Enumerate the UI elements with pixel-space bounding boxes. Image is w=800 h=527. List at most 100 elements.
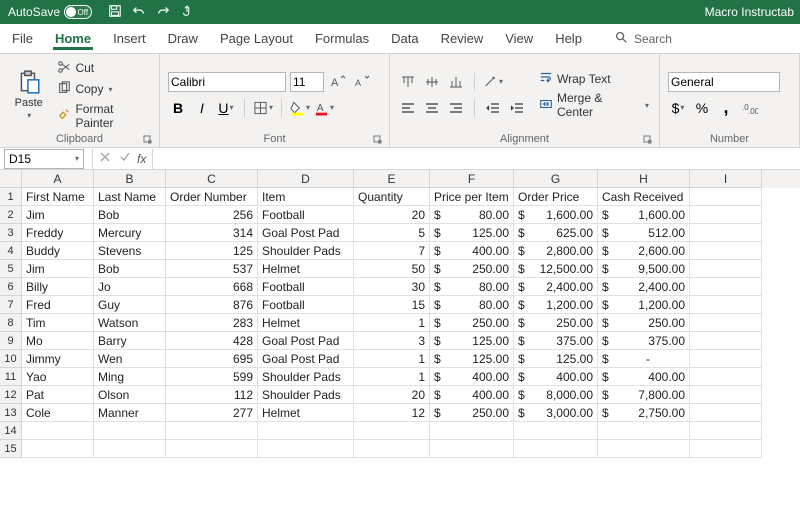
- column-header[interactable]: H: [598, 170, 690, 188]
- cancel-icon[interactable]: [99, 151, 111, 166]
- align-right-icon[interactable]: [446, 98, 466, 118]
- column-header[interactable]: A: [22, 170, 94, 188]
- bold-button[interactable]: B: [168, 98, 188, 118]
- table-row: 14: [0, 422, 800, 440]
- increase-font-icon[interactable]: A: [328, 72, 348, 92]
- tell-me-search[interactable]: Search: [614, 30, 672, 47]
- row-header[interactable]: 8: [0, 314, 22, 332]
- row-header[interactable]: 15: [0, 440, 22, 458]
- align-left-icon[interactable]: [398, 98, 418, 118]
- cut-button[interactable]: Cut: [55, 59, 151, 78]
- select-all-corner[interactable]: [0, 170, 22, 188]
- wrap-text-button[interactable]: Wrap Text: [537, 69, 651, 88]
- table-row: 5JimBob537Helmet50$250.00$12,500.00$9,50…: [0, 260, 800, 278]
- copy-button[interactable]: Copy▾: [55, 80, 151, 99]
- row-header[interactable]: 9: [0, 332, 22, 350]
- row-header[interactable]: 12: [0, 386, 22, 404]
- align-top-icon[interactable]: [398, 72, 418, 92]
- tab-home[interactable]: Home: [53, 27, 93, 50]
- row-header[interactable]: 10: [0, 350, 22, 368]
- row-header[interactable]: 3: [0, 224, 22, 242]
- column-header[interactable]: D: [258, 170, 354, 188]
- dialog-launcher-icon[interactable]: [373, 135, 383, 145]
- column-header[interactable]: F: [430, 170, 514, 188]
- font-size-combo[interactable]: [290, 72, 324, 92]
- table-row: 7FredGuy876Football15$80.00$1,200.00$1,2…: [0, 296, 800, 314]
- table-row: 4BuddyStevens125Shoulder Pads7$400.00$2,…: [0, 242, 800, 260]
- row-header[interactable]: 11: [0, 368, 22, 386]
- accounting-format-icon[interactable]: $▾: [668, 98, 688, 118]
- dialog-launcher-icon[interactable]: [143, 135, 153, 145]
- toggle-switch[interactable]: Off: [64, 5, 92, 19]
- fill-color-button[interactable]: ▾: [290, 98, 310, 118]
- quick-access-toolbar: [100, 4, 194, 21]
- search-icon: [614, 30, 628, 47]
- table-row: 9MoBarry428Goal Post Pad3$125.00$375.00$…: [0, 332, 800, 350]
- align-middle-icon[interactable]: [422, 72, 442, 92]
- underline-button[interactable]: U▾: [216, 98, 236, 118]
- titlebar: AutoSave Off Macro Instructab: [0, 0, 800, 24]
- table-row: 3FreddyMercury314Goal Post Pad5$125.00$6…: [0, 224, 800, 242]
- column-header[interactable]: G: [514, 170, 598, 188]
- format-painter-button[interactable]: Format Painter: [55, 101, 151, 131]
- name-box[interactable]: D15 ▾: [4, 149, 84, 169]
- merge-center-button[interactable]: Merge & Center▾: [537, 90, 651, 120]
- autosave-toggle[interactable]: AutoSave Off: [0, 5, 100, 19]
- autosave-label: AutoSave: [8, 5, 60, 19]
- column-header[interactable]: B: [94, 170, 166, 188]
- comma-format-icon[interactable]: ,: [716, 98, 736, 118]
- dialog-launcher-icon[interactable]: [643, 135, 653, 145]
- enter-icon[interactable]: [119, 151, 131, 166]
- column-header[interactable]: C: [166, 170, 258, 188]
- row-header[interactable]: 2: [0, 206, 22, 224]
- chevron-down-icon: ▾: [27, 111, 31, 120]
- spreadsheet-grid[interactable]: ABCDEFGHI 1First NameLast NameOrder Numb…: [0, 170, 800, 458]
- font-color-button[interactable]: A▾: [314, 98, 334, 118]
- number-format-combo[interactable]: [668, 72, 780, 92]
- save-icon[interactable]: [108, 4, 122, 21]
- percent-format-icon[interactable]: %: [692, 98, 712, 118]
- row-header[interactable]: 5: [0, 260, 22, 278]
- tab-draw[interactable]: Draw: [166, 27, 200, 50]
- row-header[interactable]: 4: [0, 242, 22, 260]
- merge-center-icon: [539, 97, 553, 114]
- row-header[interactable]: 1: [0, 188, 22, 206]
- tab-help[interactable]: Help: [553, 27, 584, 50]
- group-alignment: ▾ Wrap Text Merge & Cent: [390, 54, 660, 147]
- tab-review[interactable]: Review: [439, 27, 486, 50]
- paste-button[interactable]: Paste ▾: [8, 58, 49, 131]
- touch-mode-icon[interactable]: [180, 4, 194, 21]
- increase-indent-icon[interactable]: [507, 98, 527, 118]
- row-header[interactable]: 6: [0, 278, 22, 296]
- font-name-combo[interactable]: [168, 72, 286, 92]
- tab-page-layout[interactable]: Page Layout: [218, 27, 295, 50]
- increase-decimal-icon[interactable]: .0.00: [740, 98, 760, 118]
- copy-icon: [57, 81, 71, 98]
- ribbon: Paste ▾ Cut Copy▾ Format Painter Clipboa…: [0, 54, 800, 148]
- tab-view[interactable]: View: [503, 27, 535, 50]
- table-row: 11YaoMing599Shoulder Pads1$400.00$400.00…: [0, 368, 800, 386]
- decrease-font-icon[interactable]: A: [352, 72, 372, 92]
- redo-icon[interactable]: [156, 4, 170, 21]
- tab-data[interactable]: Data: [389, 27, 420, 50]
- borders-button[interactable]: ▾: [253, 98, 273, 118]
- table-row: 8TimWatson283Helmet1$250.00$250.00$250.0…: [0, 314, 800, 332]
- tab-insert[interactable]: Insert: [111, 27, 148, 50]
- align-bottom-icon[interactable]: [446, 72, 466, 92]
- formula-input[interactable]: [152, 149, 800, 169]
- chevron-down-icon: ▾: [75, 154, 79, 163]
- italic-button[interactable]: I: [192, 98, 212, 118]
- orientation-icon[interactable]: ▾: [483, 72, 503, 92]
- tab-formulas[interactable]: Formulas: [313, 27, 371, 50]
- row-header[interactable]: 14: [0, 422, 22, 440]
- column-header[interactable]: I: [690, 170, 762, 188]
- align-center-icon[interactable]: [422, 98, 442, 118]
- decrease-indent-icon[interactable]: [483, 98, 503, 118]
- tab-file[interactable]: File: [10, 27, 35, 50]
- undo-icon[interactable]: [132, 4, 146, 21]
- fx-label[interactable]: fx: [137, 152, 152, 166]
- row-header[interactable]: 13: [0, 404, 22, 422]
- row-header[interactable]: 7: [0, 296, 22, 314]
- svg-text:A: A: [331, 77, 339, 89]
- column-header[interactable]: E: [354, 170, 430, 188]
